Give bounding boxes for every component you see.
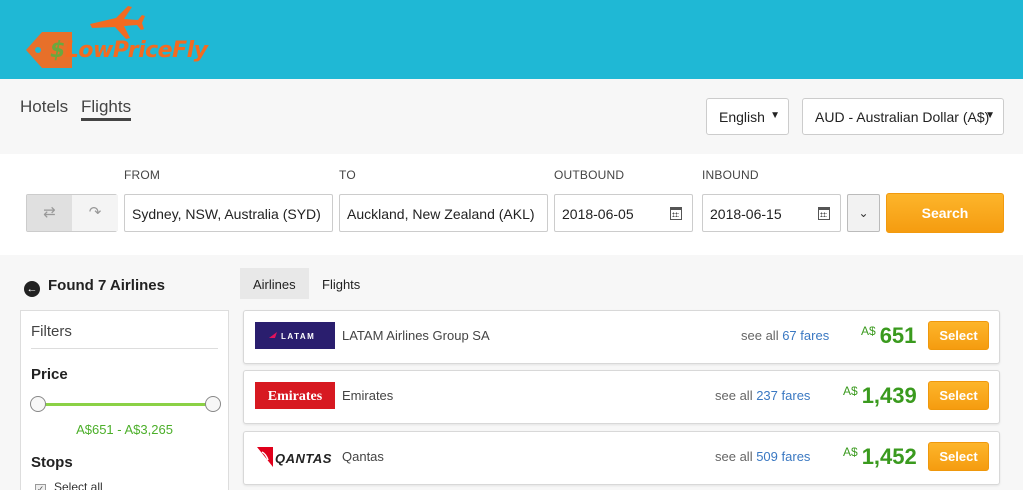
airline-name: LATAM Airlines Group SA bbox=[342, 328, 490, 343]
from-input[interactable]: Sydney, NSW, Australia (SYD) bbox=[124, 194, 333, 232]
found-text: Found 7 Airlines bbox=[48, 277, 165, 294]
airline-name: Emirates bbox=[342, 388, 394, 403]
tab-airlines[interactable]: Airlines bbox=[240, 268, 309, 299]
select-button[interactable]: Select bbox=[928, 442, 989, 471]
price-slider-min-handle[interactable] bbox=[30, 396, 46, 412]
divider bbox=[31, 348, 218, 349]
chevron-down-icon: ⌄ bbox=[858, 206, 869, 220]
checkbox-checked-icon[interactable]: ✓ bbox=[35, 484, 46, 490]
one-way-icon[interactable]: ↷ bbox=[72, 195, 118, 231]
svg-text:LATAM: LATAM bbox=[281, 332, 315, 341]
select-all-label: Select all bbox=[54, 480, 103, 490]
outbound-label: OUTBOUND bbox=[554, 168, 625, 182]
filters-panel: Filters Price A$651 - A$3,265 Stops ✓ Sel… bbox=[20, 310, 229, 490]
back-arrow-icon[interactable]: ← bbox=[24, 281, 40, 297]
tab-hotels[interactable]: Hotels bbox=[20, 97, 68, 117]
stops-filter-title: Stops bbox=[31, 454, 73, 471]
airline-price: A$ 651 bbox=[861, 323, 917, 348]
nav-bar: Hotels Flights English ▼ AUD - Australia… bbox=[0, 79, 1023, 154]
calendar-icon[interactable] bbox=[818, 207, 830, 220]
outbound-date-value: 2018-06-05 bbox=[562, 206, 634, 222]
search-panel: ⇄ ↷ FROM Sydney, NSW, Australia (SYD) TO… bbox=[0, 154, 1023, 255]
tab-flights[interactable]: Flights bbox=[81, 97, 132, 121]
price-slider-max-handle[interactable] bbox=[205, 396, 221, 412]
to-label: TO bbox=[339, 168, 356, 182]
select-button[interactable]: Select bbox=[928, 321, 989, 350]
inbound-date-input[interactable]: 2018-06-15 bbox=[702, 194, 841, 232]
inbound-date-value: 2018-06-15 bbox=[710, 206, 782, 222]
svg-text:Emirates: Emirates bbox=[268, 389, 323, 404]
airline-result-card[interactable]: Emirates Emirates see all 237 fares A$ 1,… bbox=[243, 370, 1000, 424]
logo[interactable]: $LowPriceFly bbox=[20, 4, 208, 74]
inbound-label: INBOUND bbox=[702, 168, 759, 182]
logo-text: $LowPriceFly bbox=[50, 38, 208, 63]
found-airlines-heading: ← Found 7 Airlines bbox=[24, 277, 165, 297]
trip-type-toggle: ⇄ ↷ bbox=[26, 194, 118, 232]
tab-results-flights[interactable]: Flights bbox=[309, 268, 373, 299]
search-button[interactable]: Search bbox=[886, 193, 1004, 233]
header-bar: $LowPriceFly bbox=[0, 0, 1023, 79]
airline-result-card[interactable]: LATAM LATAM Airlines Group SA see all 67… bbox=[243, 310, 1000, 364]
price-filter-title: Price bbox=[31, 366, 68, 383]
filters-title: Filters bbox=[31, 323, 72, 340]
see-all-fares-link[interactable]: see all 509 fares bbox=[715, 449, 810, 464]
airline-name: Qantas bbox=[342, 449, 384, 464]
airline-price: A$ 1,439 bbox=[843, 383, 917, 408]
calendar-icon[interactable] bbox=[670, 207, 682, 220]
latam-logo: LATAM bbox=[255, 322, 335, 349]
price-slider-track[interactable] bbox=[37, 403, 213, 406]
language-select[interactable]: English ▼ bbox=[706, 98, 789, 135]
more-options-button[interactable]: ⌄ bbox=[847, 194, 880, 232]
select-button[interactable]: Select bbox=[928, 381, 989, 410]
see-all-fares-link[interactable]: see all 237 fares bbox=[715, 388, 810, 403]
qantas-logo: QANTAS bbox=[257, 447, 332, 467]
currency-select[interactable]: AUD - Australian Dollar (A$) ▼ bbox=[802, 98, 1004, 135]
see-all-fares-link[interactable]: see all 67 fares bbox=[741, 328, 829, 343]
currency-value: AUD - Australian Dollar (A$) bbox=[815, 109, 990, 125]
to-input[interactable]: Auckland, New Zealand (AKL) bbox=[339, 194, 548, 232]
round-trip-icon[interactable]: ⇄ bbox=[27, 195, 73, 231]
caret-down-icon: ▼ bbox=[770, 110, 780, 121]
airline-result-card[interactable]: QANTAS Qantas see all 509 fares A$ 1,452 … bbox=[243, 431, 1000, 485]
outbound-date-input[interactable]: 2018-06-05 bbox=[554, 194, 693, 232]
price-range-text: A$651 - A$3,265 bbox=[76, 422, 173, 437]
select-all-stops[interactable]: ✓ Select all bbox=[35, 480, 103, 490]
emirates-logo: Emirates bbox=[255, 382, 335, 409]
language-value: English bbox=[719, 109, 765, 125]
from-label: FROM bbox=[124, 168, 161, 182]
airline-price: A$ 1,452 bbox=[843, 444, 917, 469]
caret-down-icon: ▼ bbox=[985, 110, 995, 121]
svg-text:QANTAS: QANTAS bbox=[275, 451, 332, 466]
